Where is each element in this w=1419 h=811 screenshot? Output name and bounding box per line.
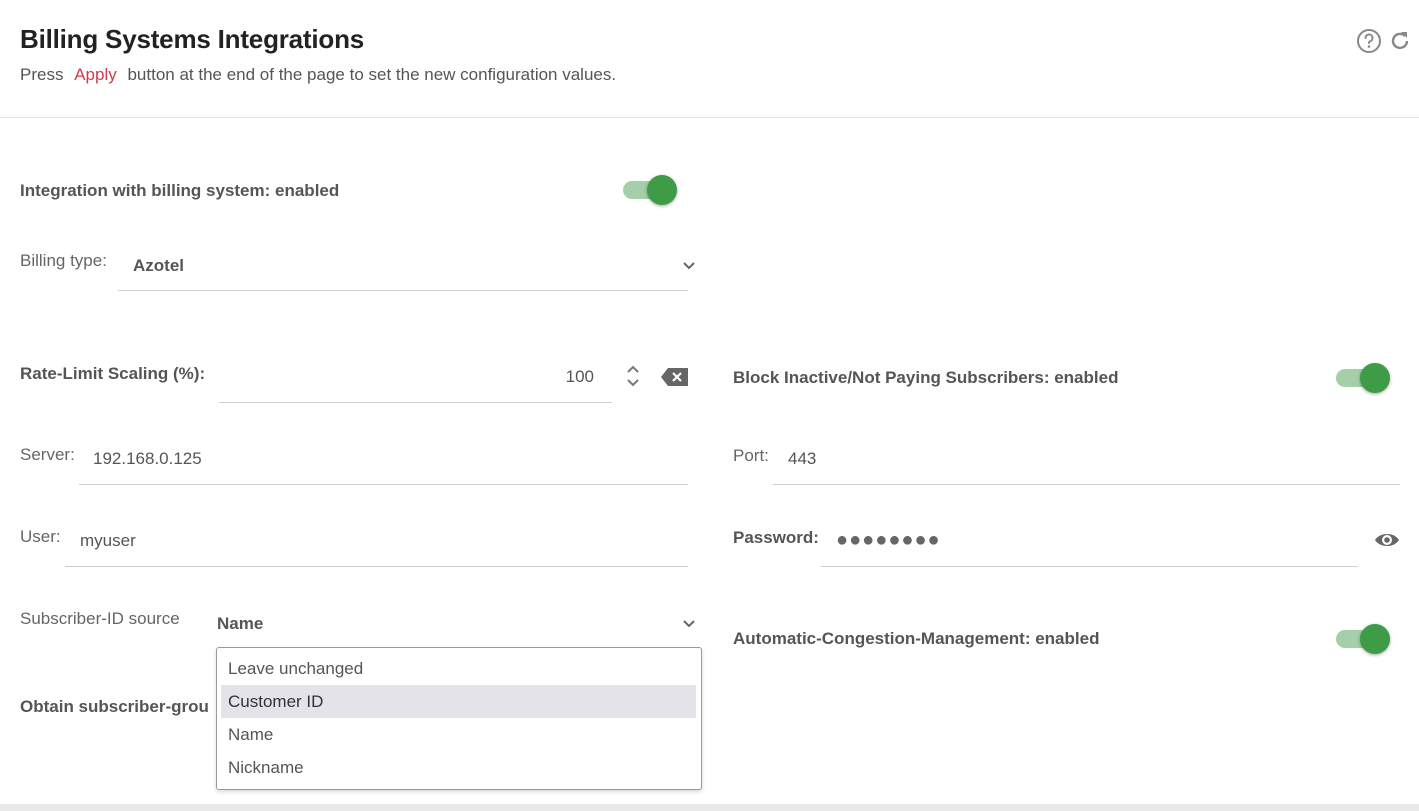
user-input[interactable]: myuser: [65, 522, 689, 567]
port-underline: [773, 484, 1400, 485]
congestion-toggle[interactable]: [1336, 621, 1392, 655]
rate-limit-label: Rate-Limit Scaling (%):: [20, 364, 205, 384]
chevron-down-icon: [680, 256, 698, 274]
password-underline: [821, 566, 1358, 567]
user-underline: [65, 566, 688, 567]
refresh-icon[interactable]: [1388, 28, 1414, 54]
rate-limit-label-text: Rate-Limit Scaling (%):: [20, 364, 206, 383]
password-value: ●●●●●●●●: [836, 529, 941, 551]
billing-type-underline: [118, 290, 688, 291]
subtitle-suffix: button at the end of the page to set the…: [127, 65, 617, 84]
server-underline: [79, 484, 688, 485]
menu-option-leave-unchanged[interactable]: Leave unchanged: [221, 652, 696, 685]
integration-label: Integration with billing system: enabled: [20, 181, 340, 200]
congestion-label: Automatic-Congestion-Management: enabled: [733, 629, 1100, 648]
rate-limit-underline: [219, 402, 612, 403]
block-inactive-toggle[interactable]: [1336, 360, 1392, 394]
subscriber-id-source-select[interactable]: Name: [202, 603, 698, 647]
obtain-group-label: Obtain subscriber-grou: [20, 697, 209, 716]
block-inactive-label: Block Inactive/Not Paying Subscribers: e…: [733, 368, 1119, 387]
toggle-thumb: [1360, 363, 1390, 393]
password-input[interactable]: ●●●●●●●●: [821, 522, 1358, 567]
subtitle-prefix: Press: [20, 65, 64, 84]
port-value: 443: [788, 449, 817, 468]
menu-option-name[interactable]: Name: [221, 718, 696, 751]
user-label: User:: [20, 527, 61, 546]
backspace-icon[interactable]: [660, 366, 690, 388]
rate-limit-input[interactable]: 100: [219, 360, 612, 403]
bottom-scroll-area: [0, 804, 1419, 811]
menu-option-nickname[interactable]: Nickname: [221, 751, 696, 784]
header-divider: [0, 117, 1419, 118]
toggle-thumb: [1360, 624, 1390, 654]
rate-limit-value: 100: [565, 367, 594, 386]
port-label: Port:: [733, 446, 769, 465]
help-circle-icon[interactable]: [1356, 28, 1382, 54]
server-input[interactable]: 192.168.0.125: [79, 440, 689, 485]
page-title: Billing Systems Integrations: [20, 24, 365, 54]
integration-toggle[interactable]: [623, 172, 679, 206]
billing-type-select[interactable]: Azotel: [118, 245, 698, 291]
menu-option-customer-id[interactable]: Customer ID: [221, 685, 696, 718]
password-label: Password:: [733, 528, 819, 547]
user-value: myuser: [80, 531, 136, 550]
eye-icon[interactable]: [1373, 530, 1401, 550]
subscriber-id-source-label: Subscriber-ID source: [20, 609, 180, 628]
subscriber-id-source-value: Name: [217, 614, 264, 633]
port-input[interactable]: 443: [773, 440, 1400, 485]
apply-link-text: Apply: [74, 65, 117, 84]
page-subtitle: Press Apply button at the end of the pag…: [20, 65, 616, 85]
stepper-icon[interactable]: [624, 362, 642, 390]
chevron-down-icon: [680, 614, 698, 632]
toggle-thumb: [647, 175, 677, 205]
billing-type-value: Azotel: [133, 256, 184, 275]
server-label: Server:: [20, 445, 75, 464]
server-value: 192.168.0.125: [93, 449, 202, 468]
billing-type-label: Billing type:: [20, 251, 107, 270]
subscriber-id-source-menu: Leave unchanged Customer ID Name Nicknam…: [216, 647, 702, 790]
